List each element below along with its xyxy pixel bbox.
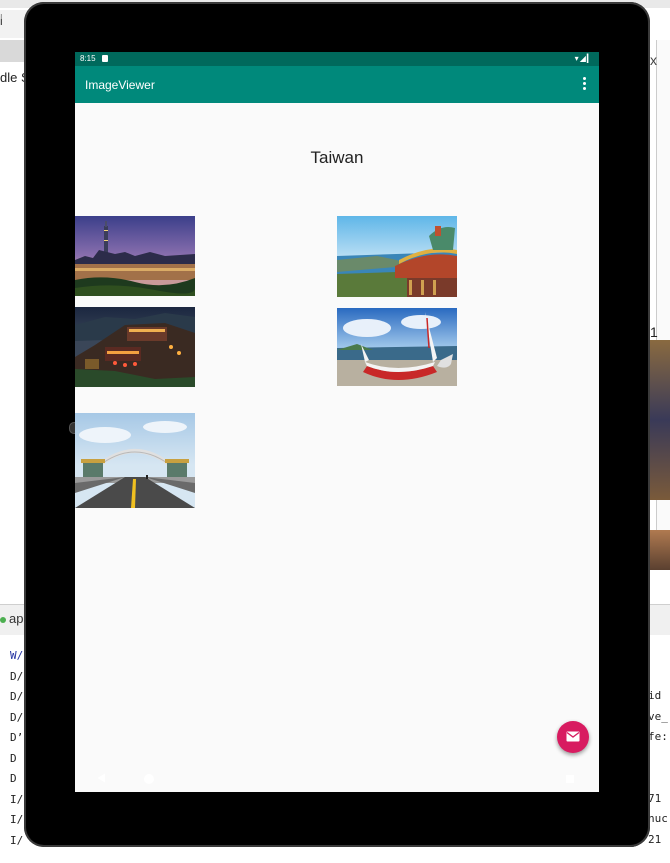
photo-taipei-skyline[interactable] [75, 216, 195, 296]
log-line-tail: id [648, 689, 662, 702]
photo-canoe-beach[interactable] [337, 308, 457, 386]
home-circle-icon[interactable] [144, 774, 154, 784]
status-bar: 8:15 ▾◢▎ [75, 52, 599, 66]
log-line-tail: fe: [648, 730, 668, 743]
ide-run-tab[interactable]: ap [0, 611, 23, 626]
log-line: I/ [10, 792, 24, 806]
sd-card-icon [102, 55, 108, 62]
log-line: I/ [10, 813, 24, 826]
more-vert-icon[interactable] [579, 75, 589, 93]
log-line-tail: 21 [648, 832, 662, 846]
log-line: D/ [10, 690, 24, 703]
logcat-output: W/ D/ D/ D/ D’ D D I/ I/ I/ [10, 646, 23, 851]
ide-run-tab-label: ap [9, 611, 24, 626]
status-icons: ▾◢▎ [574, 54, 594, 63]
log-line: D/ [10, 710, 24, 724]
run-status-dot [0, 616, 6, 623]
ide-preview-thumbnail [650, 340, 670, 500]
log-line: D/ [10, 669, 24, 683]
log-line: D’ [10, 731, 24, 744]
recents-square-icon[interactable] [566, 775, 574, 783]
log-line-tail: nuc [648, 812, 668, 825]
ide-close-label[interactable]: x [650, 52, 657, 68]
app-bar: ImageViewer [75, 66, 599, 103]
page-heading: Taiwan [310, 148, 364, 167]
system-nav-bar [75, 764, 599, 796]
ide-panel-number: 1 [650, 324, 658, 340]
email-icon [566, 731, 580, 742]
photo-temple-harbor[interactable] [337, 216, 457, 297]
device-screen: 8:15 ▾◢▎ ImageViewer Taiwan [75, 52, 599, 792]
photo-arch-road[interactable] [75, 413, 195, 508]
log-line-tail: 71 [648, 791, 662, 805]
log-line: D [10, 751, 17, 765]
ide-toolbar-label: i̇ [0, 14, 3, 28]
app-title: ImageViewer [85, 78, 155, 92]
back-triangle-icon[interactable] [97, 773, 106, 783]
log-line: W/ [10, 649, 24, 662]
log-line-tail [648, 768, 668, 789]
status-time: 8:15 [80, 54, 96, 63]
log-line-tail: ve_ [648, 709, 668, 723]
ide-preview-thumbnail [650, 530, 670, 570]
log-line: I/ [10, 833, 24, 847]
logcat-output-right: id ve_ fe: 71 nuc 21 [648, 686, 668, 850]
log-line: D [10, 772, 17, 785]
email-fab-button[interactable] [557, 721, 589, 753]
log-line-tail [648, 748, 668, 769]
photo-jiufen-night[interactable] [75, 307, 195, 387]
